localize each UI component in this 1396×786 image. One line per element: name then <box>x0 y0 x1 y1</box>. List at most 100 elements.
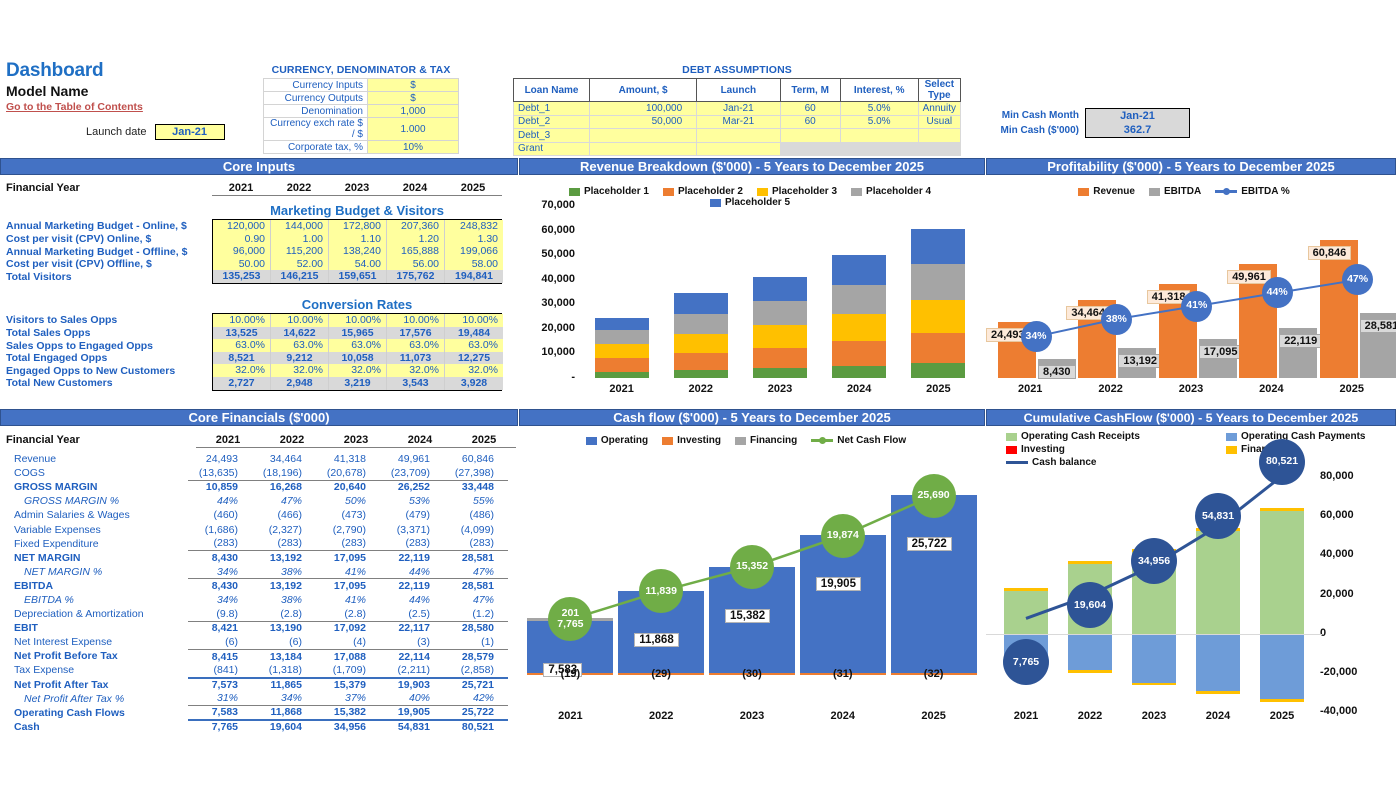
debt-term[interactable] <box>779 128 841 143</box>
debt-type[interactable] <box>917 128 962 143</box>
debt-type[interactable]: Annuity <box>917 101 962 116</box>
input-cell[interactable]: 50.00 <box>213 257 271 271</box>
debt-launch[interactable]: Jan-21 <box>696 101 781 116</box>
debt-amount[interactable] <box>589 141 698 156</box>
input-cell[interactable]: 96,000 <box>213 245 271 258</box>
top-inputs-area: Dashboard Model Name Go to the Table of … <box>0 0 1396 156</box>
input-cell[interactable]: 138,240 <box>329 245 387 258</box>
input-cell[interactable]: 115,200 <box>271 245 329 258</box>
input-cell: 11,073 <box>387 351 445 365</box>
input-row-label: Total Engaged Opps <box>6 352 108 365</box>
debt-interest[interactable]: 5.0% <box>839 114 919 129</box>
legend-item: Net Cash Flow <box>811 435 906 446</box>
financial-value: 7,583 <box>188 705 252 720</box>
debt-loan-name[interactable]: Grant <box>512 141 591 156</box>
launch-date-input[interactable]: Jan-21 <box>154 124 225 140</box>
input-cell[interactable]: 1.30 <box>445 232 503 246</box>
table-row: Net Interest Expense (6) (6) (4) (3) (1) <box>0 635 508 649</box>
debt-type[interactable]: Usual <box>917 114 962 129</box>
debt-loan-name[interactable]: Debt_3 <box>512 128 591 143</box>
financial-value: 47% <box>472 565 494 578</box>
input-row: 0.90 1.00 1.10 1.20 1.30 <box>213 232 503 246</box>
debt-type[interactable] <box>917 141 962 156</box>
debt-interest[interactable]: 5.0% <box>839 101 919 116</box>
debt-term[interactable]: 60 <box>779 101 841 116</box>
currency-row-value[interactable]: 1,000 <box>367 104 459 118</box>
bar-segment <box>594 344 649 358</box>
table-row: Net Profit After Tax 7,573 11,865 15,379 19,… <box>0 676 508 692</box>
legend-marker <box>1223 188 1231 195</box>
input-cell[interactable]: 63.0% <box>445 339 503 352</box>
input-cell[interactable]: 32.0% <box>445 364 503 377</box>
debt-amount[interactable]: 100,000 <box>589 101 698 116</box>
table-of-contents-link[interactable]: Go to the Table of Contents <box>6 101 143 113</box>
input-cell[interactable]: 0.90 <box>213 232 271 246</box>
input-cell: 19,484 <box>445 326 503 340</box>
debt-loan-name[interactable]: Debt_2 <box>512 114 591 129</box>
input-cell[interactable]: 10.00% <box>271 314 329 327</box>
input-cell[interactable]: 10.00% <box>445 314 503 327</box>
debt-launch[interactable] <box>696 141 781 156</box>
financial-value: 44% <box>408 593 430 606</box>
year-header-cell: 2023 <box>343 434 369 446</box>
core-financials-fy-label: Financial Year <box>6 434 80 446</box>
financial-value: 22,119 <box>380 550 444 565</box>
input-row-label: Total Visitors <box>6 270 72 283</box>
input-cell[interactable]: 52.00 <box>271 257 329 271</box>
currency-row: Currency Inputs $ <box>263 78 459 92</box>
input-cell: 3,543 <box>387 376 445 390</box>
financial-row-label: Depreciation & Amortization <box>14 608 144 621</box>
debt-launch[interactable]: Mar-21 <box>696 114 781 129</box>
debt-interest[interactable] <box>839 141 919 156</box>
input-cell[interactable]: 32.0% <box>271 364 329 377</box>
debt-loan-name[interactable]: Debt_1 <box>512 101 591 116</box>
legend-label: Net Cash Flow <box>837 435 907 446</box>
currency-row-value[interactable]: $ <box>367 91 459 105</box>
input-cell[interactable]: 54.00 <box>329 257 387 271</box>
debt-amount[interactable] <box>589 128 698 143</box>
x-tick-label: 2022 <box>1077 710 1103 722</box>
input-cell[interactable]: 207,360 <box>387 220 445 233</box>
x-tick-label: 2024 <box>830 710 856 722</box>
marketing-budget-values[interactable]: 120,000 144,000 172,800 207,360 248,832 0.90 1… <box>212 219 503 284</box>
input-cell[interactable]: 58.00 <box>445 257 503 271</box>
input-cell[interactable]: 10.00% <box>387 314 445 327</box>
input-cell[interactable]: 120,000 <box>213 220 271 233</box>
currency-row-value[interactable]: $ <box>367 78 459 92</box>
input-cell[interactable]: 165,888 <box>387 245 445 258</box>
input-cell[interactable]: 248,832 <box>445 220 503 233</box>
input-cell[interactable]: 10.00% <box>329 314 387 327</box>
input-cell[interactable]: 32.0% <box>213 364 271 377</box>
input-cell[interactable]: 63.0% <box>271 339 329 352</box>
input-cell[interactable]: 63.0% <box>387 339 445 352</box>
debt-interest[interactable] <box>839 128 919 143</box>
debt-term[interactable]: 60 <box>779 114 841 129</box>
input-cell[interactable]: 56.00 <box>387 257 445 271</box>
model-name: Model Name <box>6 83 89 99</box>
currency-box-title: CURRENCY, DENOMINATOR & TAX <box>271 64 451 76</box>
input-cell[interactable]: 32.0% <box>329 364 387 377</box>
currency-row-value[interactable]: 1.000 <box>367 117 459 141</box>
input-cell[interactable]: 1.10 <box>329 232 387 246</box>
input-cell[interactable]: 199,066 <box>445 245 503 258</box>
net-cash-flow-bubble: 19,874 <box>820 513 865 558</box>
legend-label: Operating <box>600 435 649 446</box>
input-cell[interactable]: 144,000 <box>271 220 329 233</box>
input-cell[interactable]: 63.0% <box>213 339 271 352</box>
input-cell[interactable]: 32.0% <box>387 364 445 377</box>
input-cell[interactable]: 63.0% <box>329 339 387 352</box>
financial-value: (2,790) <box>332 523 366 536</box>
input-cell[interactable]: 1.00 <box>271 232 329 246</box>
legend-item: Operating Cash Receipts <box>1006 431 1212 442</box>
debt-launch[interactable] <box>696 128 781 143</box>
input-cell[interactable]: 10.00% <box>213 314 271 327</box>
input-cell[interactable]: 1.20 <box>387 232 445 246</box>
legend-item: Placeholder 1 <box>568 186 649 197</box>
input-cell[interactable]: 172,800 <box>329 220 387 233</box>
x-tick-label: 2025 <box>926 383 951 395</box>
currency-row-value[interactable]: 10% <box>367 140 459 154</box>
debt-amount[interactable]: 50,000 <box>589 114 698 129</box>
input-row-label: Engaged Opps to New Customers <box>6 364 176 377</box>
conversion-rates-values[interactable]: 10.00% 10.00% 10.00% 10.00% 10.00% 13,525 14,6… <box>212 313 503 391</box>
debt-term[interactable] <box>779 141 841 156</box>
